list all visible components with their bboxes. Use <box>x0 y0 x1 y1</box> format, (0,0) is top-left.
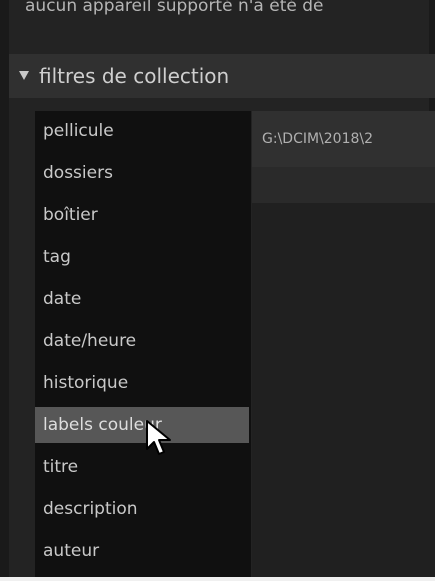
path-subrow[interactable] <box>252 167 435 203</box>
filter-item-historique[interactable]: historique <box>35 365 249 401</box>
filter-item-date-heure[interactable]: date/heure <box>35 323 249 359</box>
path-results-area: G:\DCIM\2018\2 <box>252 111 435 577</box>
path-row[interactable]: G:\DCIM\2018\2 <box>252 111 435 167</box>
filter-item-boitier[interactable]: boîtier <box>35 197 249 233</box>
device-status-message: aucun appareil supporté n'a été dé <box>25 0 324 16</box>
collection-filters-title: filtres de collection <box>39 64 230 88</box>
filter-item-pellicule[interactable]: pellicule <box>35 113 249 149</box>
collection-filters-header[interactable]: filtres de collection <box>9 54 435 98</box>
filter-item-auteur[interactable]: auteur <box>35 533 249 569</box>
filter-item-labels-couleur[interactable]: labels couleur <box>35 407 249 443</box>
filter-item-dossiers[interactable]: dossiers <box>35 155 249 191</box>
filter-item-tag[interactable]: tag <box>35 239 249 275</box>
mouse-cursor-icon <box>146 420 171 455</box>
filter-item-description[interactable]: description <box>35 491 249 527</box>
filter-item-titre[interactable]: titre <box>35 449 249 485</box>
filter-item-date[interactable]: date <box>35 281 249 317</box>
expand-triangle-icon <box>19 71 29 80</box>
folder-path-text: G:\DCIM\2018\2 <box>262 131 374 147</box>
collection-panel: aucun appareil supporté n'a été dé filtr… <box>0 0 435 577</box>
left-scroll-strip <box>0 0 9 577</box>
collection-filter-list: pellicule dossiers boîtier tag date date… <box>35 111 251 577</box>
